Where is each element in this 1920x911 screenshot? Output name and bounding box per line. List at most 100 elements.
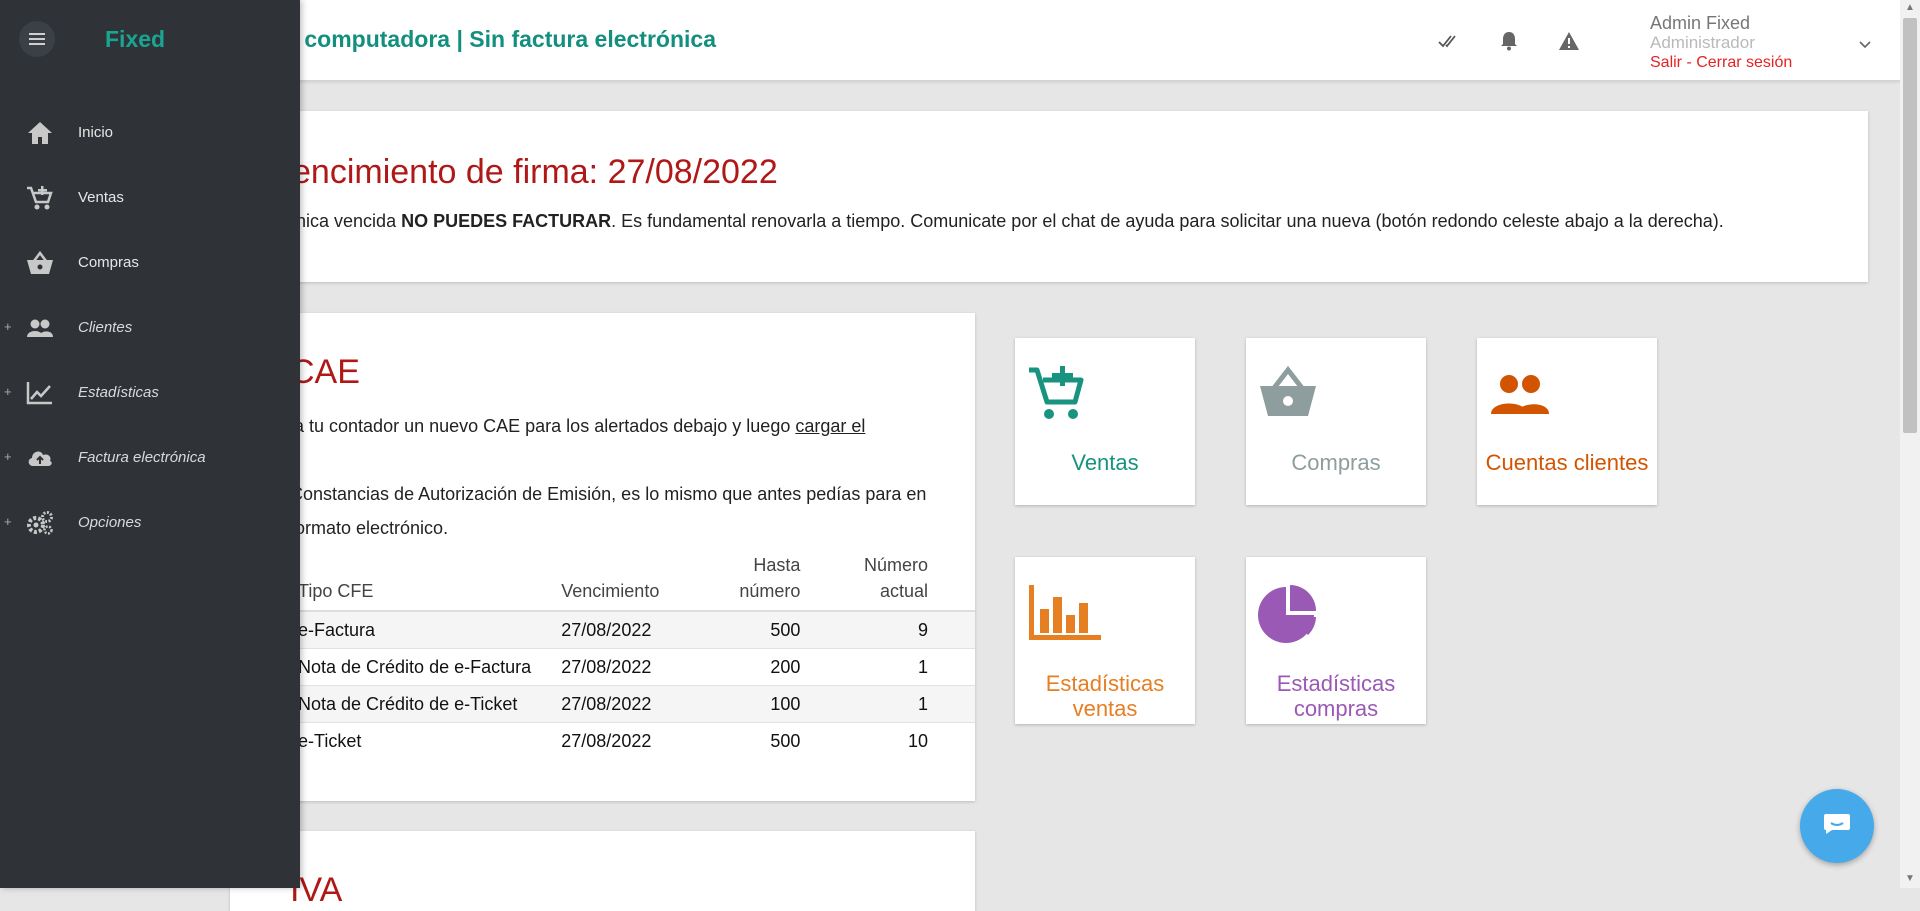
- cell-tipo: e-Factura: [290, 610, 554, 649]
- cae-table: Tipo CFE Vencimiento Hasta número Número…: [290, 546, 975, 759]
- cell-vencimiento: 27/08/2022: [553, 685, 691, 723]
- sidebar-item-label: Ventas: [78, 189, 124, 206]
- home-icon: [26, 120, 54, 146]
- hamburger-icon: [29, 33, 45, 45]
- scrollbar-thumb[interactable]: [1903, 18, 1917, 433]
- alert-text-bold: NO PUEDES FACTURAR: [401, 211, 612, 231]
- iva-card: IVA: [230, 831, 975, 911]
- tile-label: Estadísticas compras: [1276, 671, 1396, 721]
- brand-logo[interactable]: Fixed: [105, 26, 165, 53]
- cae-instructions: a tu contador un nuevo CAE para los aler…: [294, 409, 865, 443]
- cell-vencimiento: 27/08/2022: [553, 610, 691, 649]
- column-header: Hasta número: [690, 546, 809, 612]
- sidebar-item-label: Factura electrónica: [78, 449, 206, 466]
- sidebar-item-label: Estadísticas: [78, 384, 159, 401]
- pie-chart-icon: [1258, 583, 1320, 643]
- cart-plus-icon: [1027, 364, 1089, 424]
- sidebar: Fixed Inicio Ventas Compras + Clientes +…: [0, 0, 300, 888]
- cae-instructions-text: a tu contador un nuevo CAE para los aler…: [294, 416, 796, 436]
- bar-chart-icon: [1027, 583, 1101, 643]
- cae-card: CAE a tu contador un nuevo CAE para los …: [230, 313, 975, 801]
- sidebar-item-label: Inicio: [78, 124, 114, 141]
- cell-hasta: 100: [690, 685, 809, 723]
- cell-tipo: e-Ticket: [290, 722, 554, 759]
- column-header: Número actual: [808, 546, 936, 612]
- sidebar-item-estadisticas[interactable]: + Estadísticas: [0, 370, 300, 416]
- chat-help-button[interactable]: [1800, 789, 1874, 863]
- sidebar-item-label: Compras: [78, 254, 139, 271]
- cell-tipo: Nota de Crédito de e-Factura: [290, 648, 554, 686]
- expand-icon[interactable]: +: [4, 449, 12, 464]
- cart-icon: [26, 185, 54, 211]
- cell-actual: 1: [808, 648, 936, 686]
- chevron-down-icon[interactable]: [1855, 34, 1875, 54]
- basket-icon: [1258, 364, 1320, 424]
- cell-filler: [936, 722, 975, 759]
- tile-ventas[interactable]: Ventas: [1015, 338, 1195, 505]
- user-menu[interactable]: Admin Fixed Administrador Salir - Cerrar…: [1650, 13, 1792, 73]
- table-row: Nota de Crédito de e-Ticket 27/08/2022 1…: [290, 685, 975, 723]
- alert-text: ónica vencida NO PUEDES FACTURAR. Es fun…: [286, 211, 1724, 232]
- tile-cuentas-clientes[interactable]: Cuentas clientes: [1477, 338, 1657, 505]
- tile-label: Compras: [1291, 450, 1381, 475]
- warning-icon[interactable]: [1554, 26, 1584, 56]
- cell-actual: 1: [808, 685, 936, 723]
- cell-hasta: 500: [690, 722, 809, 759]
- column-filler: [936, 546, 975, 612]
- tile-label: Ventas: [1071, 450, 1139, 475]
- cell-vencimiento: 27/08/2022: [553, 648, 691, 686]
- cell-filler: [936, 610, 975, 649]
- expand-icon[interactable]: +: [4, 514, 12, 529]
- tile-label: Estadísticas ventas: [1045, 671, 1165, 721]
- sidebar-item-label: Clientes: [78, 319, 133, 336]
- chat-icon: [1822, 812, 1852, 841]
- sidebar-item-inicio[interactable]: Inicio: [0, 110, 300, 156]
- cell-hasta: 500: [690, 610, 809, 649]
- expand-icon[interactable]: +: [4, 384, 12, 399]
- sidebar-item-label: Opciones: [78, 514, 142, 531]
- scroll-down-arrow-icon[interactable]: ▼: [1904, 873, 1916, 885]
- cell-vencimiento: 27/08/2022: [553, 722, 691, 759]
- table-row: e-Ticket 27/08/2022 500 10: [290, 722, 975, 759]
- sidebar-item-opciones[interactable]: + Opciones: [0, 500, 300, 546]
- cae-description: Constancias de Autorización de Emisión, …: [290, 484, 927, 538]
- cae-title: CAE: [290, 353, 360, 391]
- cell-filler: [936, 685, 975, 723]
- user-name: Admin Fixed: [1650, 13, 1751, 33]
- sidebar-item-factura-electronica[interactable]: + Factura electrónica: [0, 435, 300, 481]
- bell-icon[interactable]: [1494, 26, 1524, 56]
- cell-actual: 10: [808, 722, 936, 759]
- logout-link[interactable]: Salir - Cerrar sesión: [1650, 53, 1792, 73]
- gears-icon: [26, 510, 54, 536]
- column-header: Vencimiento: [553, 546, 691, 612]
- scroll-up-arrow-icon[interactable]: ▲: [1904, 2, 1916, 14]
- people-icon: [1489, 364, 1551, 424]
- sidebar-item-ventas[interactable]: Ventas: [0, 175, 300, 221]
- alert-title: encimiento de firma: 27/08/2022: [292, 153, 778, 191]
- trending-icon: [26, 380, 54, 406]
- cargar-link[interactable]: cargar el: [795, 416, 865, 436]
- cell-hasta: 200: [690, 648, 809, 686]
- cloud-upload-icon: [26, 445, 54, 471]
- tile-label: Cuentas clientes: [1485, 450, 1649, 475]
- user-role: Administrador: [1650, 33, 1755, 52]
- cell-actual: 9: [808, 610, 936, 649]
- people-icon: [26, 315, 54, 341]
- table-row: e-Factura 27/08/2022 500 9: [290, 610, 975, 649]
- expand-icon[interactable]: +: [4, 319, 12, 334]
- table-row: Nota de Crédito de e-Factura 27/08/2022 …: [290, 648, 975, 686]
- alert-text-end: . Es fundamental renovarla a tiempo. Com…: [611, 211, 1724, 231]
- alert-text-start: ónica vencida: [286, 211, 402, 231]
- tile-compras[interactable]: Compras: [1246, 338, 1426, 505]
- menu-toggle-button[interactable]: [19, 21, 55, 57]
- column-header: Tipo CFE: [290, 546, 554, 612]
- sidebar-item-compras[interactable]: Compras: [0, 240, 300, 286]
- cell-tipo: Nota de Crédito de e-Ticket: [290, 685, 554, 723]
- basket-icon: [26, 250, 54, 276]
- cell-filler: [936, 648, 975, 686]
- tile-estadisticas-compras[interactable]: Estadísticas compras: [1246, 557, 1426, 724]
- sidebar-item-clientes[interactable]: + Clientes: [0, 305, 300, 351]
- tile-estadisticas-ventas[interactable]: Estadísticas ventas: [1015, 557, 1195, 724]
- double-check-icon[interactable]: [1434, 26, 1464, 56]
- firma-alert-card: encimiento de firma: 27/08/2022 ónica ve…: [230, 111, 1868, 282]
